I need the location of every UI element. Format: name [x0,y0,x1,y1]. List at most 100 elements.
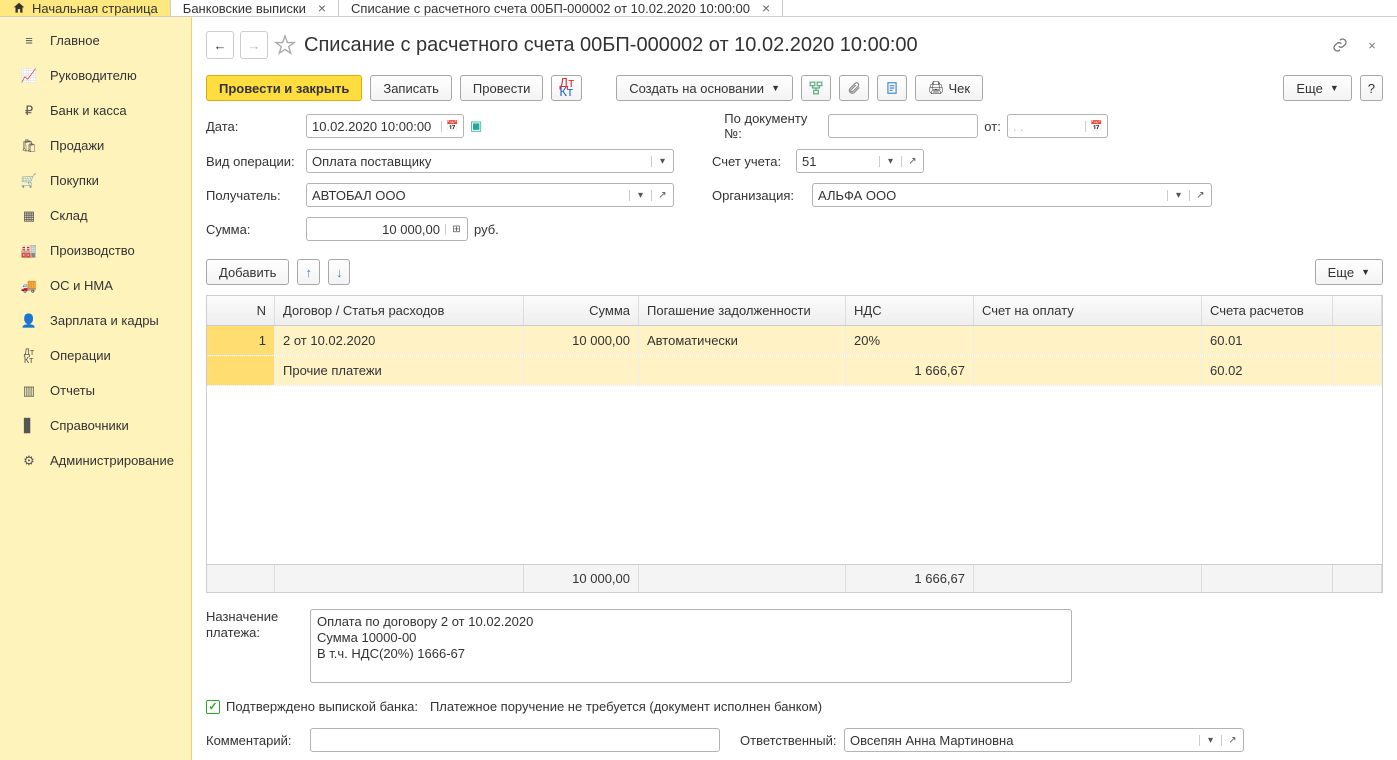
account-input[interactable]: 51▾↗ [796,149,924,173]
col-accounts[interactable]: Счета расчетов [1202,296,1333,325]
sidebar-label: Производство [50,243,135,258]
chevron-down-icon[interactable]: ▾ [1199,735,1221,746]
from-label: от: [984,119,1001,134]
sidebar-item-main[interactable]: ≡Главное [0,23,191,58]
sum-input[interactable]: 10 000,00⊞ [306,217,468,241]
page-title: Списание с расчетного счета 00БП-000002 … [304,34,918,57]
related-docs-button[interactable] [801,75,831,101]
col-n[interactable]: N [207,296,275,325]
chevron-down-icon[interactable]: ▾ [879,156,901,167]
col-contract[interactable]: Договор / Статья расходов [275,296,524,325]
sidebar-item-warehouse[interactable]: ▦Склад [0,198,191,233]
chevron-down-icon[interactable]: ▾ [629,190,651,201]
account-label: Счет учета: [712,154,796,169]
open-icon[interactable]: ↗ [901,156,923,167]
move-up-button[interactable]: ↑ [297,259,320,285]
calculator-icon[interactable]: ⊞ [445,224,467,235]
btn-label: Чек [949,81,971,96]
table-body: 1 2 от 10.02.2020 10 000,00 Автоматическ… [207,326,1382,564]
tab-label: Банковские выписки [183,1,306,16]
status-icon: ▣ [470,118,482,134]
payee-value: АВТОБАЛ ООО [307,188,629,203]
cell-accounts: 60.02 [1202,356,1333,385]
bag-icon: 🛍 [20,137,38,155]
sidebar-item-reports[interactable]: ▥Отчеты [0,373,191,408]
btn-label: Записать [383,81,439,96]
post-and-close-button[interactable]: Провести и закрыть [206,75,362,101]
add-row-button[interactable]: Добавить [206,259,289,285]
tab-bank-statements[interactable]: Банковские выписки × [171,0,339,16]
chevron-down-icon[interactable]: ▾ [1167,190,1189,201]
more-button[interactable]: Еще▼ [1283,75,1351,101]
open-icon[interactable]: ↗ [1221,735,1243,746]
responsible-input[interactable]: Овсепян Анна Мартиновна▾↗ [844,728,1244,752]
col-vat[interactable]: НДС [846,296,974,325]
printer-icon: 🖨 [928,80,945,96]
from-date-input[interactable]: . . 📅 [1007,114,1108,138]
col-repayment[interactable]: Погашение задолженности [639,296,846,325]
arrow-up-icon: ↑ [305,265,312,280]
close-icon[interactable]: × [1361,34,1383,56]
sidebar-item-assets[interactable]: 🚚ОС и НМА [0,268,191,303]
sidebar: ≡Главное 📈Руководителю ₽Банк и касса 🛍Пр… [0,17,192,760]
forward-button[interactable]: → [240,31,268,59]
gear-icon: ⚙ [20,452,38,470]
help-button[interactable]: ? [1360,75,1383,101]
optype-input[interactable]: Оплата поставщику▾ [306,149,674,173]
favorite-icon[interactable] [274,34,296,56]
sidebar-item-purchases[interactable]: 🛒Покупки [0,163,191,198]
table-row[interactable]: 1 2 от 10.02.2020 10 000,00 Автоматическ… [207,326,1382,356]
person-icon: 👤 [20,312,38,330]
sidebar-label: Зарплата и кадры [50,313,159,328]
table-row[interactable]: Прочие платежи 1 666,67 60.02 [207,356,1382,386]
open-icon[interactable]: ↗ [651,190,673,201]
tabstrip: Начальная страница Банковские выписки × … [0,0,1397,17]
document-icon [885,81,899,95]
link-icon[interactable] [1329,34,1351,56]
tab-home[interactable]: Начальная страница [0,0,171,16]
save-button[interactable]: Записать [370,75,452,101]
date-input[interactable]: 10.02.2020 10:00:00📅 [306,114,464,138]
btn-label: Еще [1296,81,1322,96]
sidebar-item-admin[interactable]: ⚙Администрирование [0,443,191,478]
sidebar-item-hr[interactable]: 👤 Зарплата и кадры [0,303,191,338]
from-value: . . [1008,119,1085,134]
post-button[interactable]: Провести [460,75,544,101]
open-icon[interactable]: ↗ [1189,190,1211,201]
sidebar-item-catalogs[interactable]: ▋Справочники [0,408,191,443]
close-icon[interactable]: × [318,0,326,16]
attach-button[interactable] [839,75,869,101]
btn-label: ? [1368,81,1375,96]
org-input[interactable]: АЛЬФА ООО▾↗ [812,183,1212,207]
tab-current-document[interactable]: Списание с расчетного счета 00БП-000002 … [339,0,783,16]
sidebar-item-production[interactable]: 🏭 Производство [0,233,191,268]
close-icon[interactable]: × [762,0,770,16]
sidebar-item-bank[interactable]: ₽ Банк и касса [0,93,191,128]
check-button[interactable]: 🖨 Чек [915,75,983,101]
purpose-textarea[interactable] [310,609,1072,683]
confirm-checkbox[interactable]: ✓ [206,700,220,714]
ruble-icon: ₽ [20,102,38,120]
dtkt-button[interactable]: ДтКт [551,75,582,101]
cell-accounts: 60.01 [1202,326,1333,355]
sidebar-label: Банк и касса [50,103,127,118]
col-sum[interactable]: Сумма [524,296,639,325]
table-more-button[interactable]: Еще▼ [1315,259,1383,285]
sidebar-item-manager[interactable]: 📈Руководителю [0,58,191,93]
tree-icon [809,81,823,95]
move-down-button[interactable]: ↓ [328,259,351,285]
docnum-input[interactable] [828,114,978,138]
col-invoice[interactable]: Счет на оплату [974,296,1202,325]
print-button[interactable] [877,75,907,101]
calendar-icon[interactable]: 📅 [1085,121,1107,132]
payee-input[interactable]: АВТОБАЛ ООО▾↗ [306,183,674,207]
sidebar-item-operations[interactable]: ДтКтОперации [0,338,191,373]
sidebar-item-sales[interactable]: 🛍Продажи [0,128,191,163]
table-footer: 10 000,00 1 666,67 [207,564,1382,592]
create-based-button[interactable]: Создать на основании▼ [616,75,793,101]
calendar-icon[interactable]: 📅 [441,121,463,132]
back-button[interactable]: ← [206,31,234,59]
comment-input[interactable] [310,728,720,752]
chevron-down-icon[interactable]: ▾ [651,156,673,167]
factory-icon: 🏭 [20,242,38,260]
